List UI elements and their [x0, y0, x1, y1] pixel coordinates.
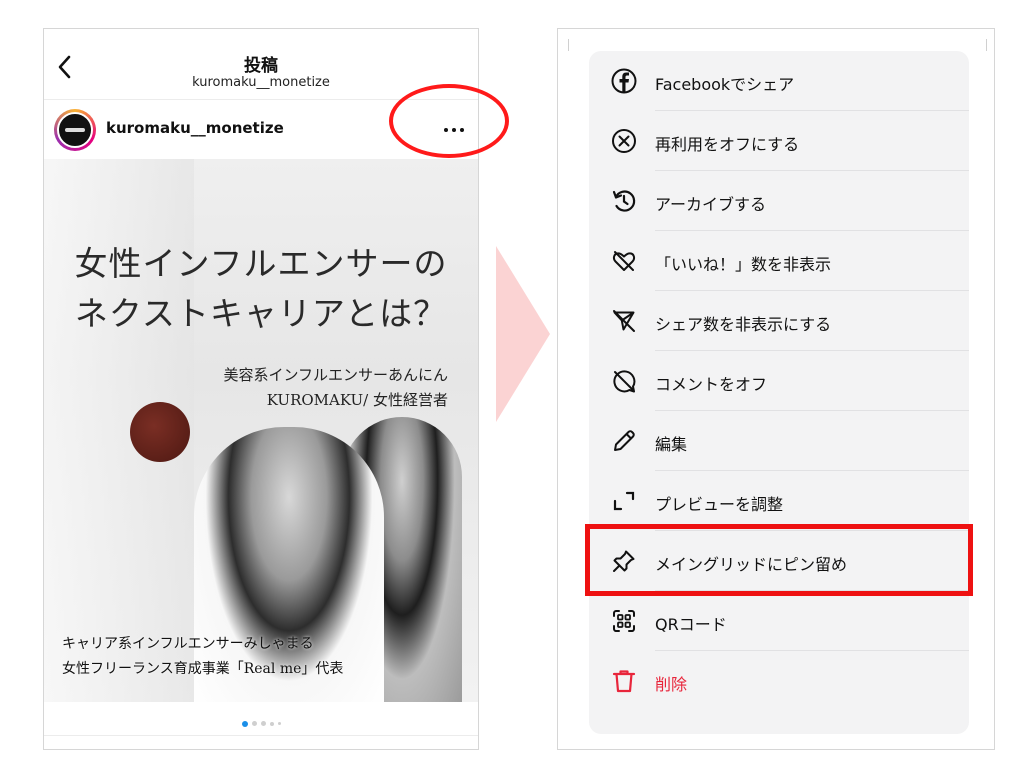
carousel-dot-active [241, 720, 248, 727]
menu-item-label: 再利用をオフにする [655, 135, 800, 154]
menu-item-adjust-preview[interactable]: プレビューを調整 [589, 471, 969, 531]
image-subtitle-line1: 美容系インフルエンサーあんにん [223, 366, 448, 384]
image-subtitle-line2: KUROMAKU/ 女性経営者 [266, 391, 448, 409]
menu-item-label: QRコード [655, 615, 727, 634]
menu-item-qr-code[interactable]: QRコード [589, 591, 969, 651]
menu-item-label: コメントをオフ [655, 375, 768, 394]
comment-off-icon [613, 370, 636, 393]
image-title-line2: ネクストキャリアとは？ [74, 294, 448, 333]
menu-item-label: アーカイブする [655, 195, 767, 214]
carousel-dot [269, 721, 274, 726]
menu-item-label: Facebookでシェア [655, 75, 795, 94]
menu-item-archive[interactable]: アーカイブする [589, 171, 969, 231]
highlight-box-annotation [585, 524, 973, 596]
qr-code-icon [613, 610, 635, 632]
carousel-indicator [44, 713, 478, 727]
menu-item-delete[interactable]: 削除 [589, 651, 969, 711]
arrow-right-icon [496, 246, 550, 422]
menu-item-label: 削除 [655, 675, 688, 694]
menu-item-hide-like-count[interactable]: 「いいね！」数を非表示 [589, 231, 969, 291]
facebook-icon [611, 68, 637, 94]
menu-item-turn-off-remix[interactable]: 再利用をオフにする [589, 111, 969, 171]
image-bottom-line1: キャリア系インフルエンサーみしゃまる [62, 636, 314, 652]
carousel-dot [260, 721, 266, 726]
wax-seal-logo [130, 402, 190, 462]
post-header: 投稿 kuromaku__monetize [44, 29, 478, 99]
crop-corners-icon [613, 491, 635, 511]
heart-off-icon [612, 251, 636, 271]
scroll-edge-marker [568, 39, 569, 51]
image-bottom-line2: 女性フリーランス育成事業「Real me」代表 [62, 661, 344, 677]
author-username[interactable]: kuromaku__monetize [106, 119, 284, 137]
circle-x-icon [612, 129, 636, 153]
page-subtitle-username: kuromaku__monetize [192, 75, 330, 90]
menu-item-label: 「いいね！」数を非表示 [655, 255, 832, 274]
menu-item-label: 編集 [655, 435, 688, 454]
avatar-image [57, 112, 93, 148]
archive-history-icon [612, 190, 636, 212]
page-title: 投稿 [244, 56, 278, 76]
menu-item-hide-share-count[interactable]: シェア数を非表示にする [589, 291, 969, 351]
menu-item-label: プレビューを調整 [655, 495, 784, 514]
send-off-icon [613, 310, 635, 332]
options-screen: Facebookでシェア 再利用をオフにする アーカイブする 「いいね！」数を非… [557, 28, 995, 750]
trash-icon [612, 670, 636, 693]
menu-item-edit[interactable]: 編集 [589, 411, 969, 471]
image-title-line1: 女性インフルエンサーの [74, 244, 448, 283]
pencil-icon [614, 430, 635, 451]
highlight-ellipse-annotation [389, 84, 509, 158]
divider [44, 735, 478, 736]
avatar[interactable] [54, 109, 96, 151]
menu-item-share-facebook[interactable]: Facebookでシェア [589, 51, 969, 111]
carousel-dot [277, 722, 281, 725]
post-image[interactable]: 女性インフルエンサーの ネクストキャリアとは？ 美容系インフルエンサーあんにん … [44, 159, 478, 702]
scroll-edge-marker [986, 39, 987, 51]
options-menu: Facebookでシェア 再利用をオフにする アーカイブする 「いいね！」数を非… [589, 51, 969, 734]
kuromaku-logo-icon [65, 128, 85, 132]
menu-item-label: シェア数を非表示にする [655, 315, 832, 334]
carousel-dot [251, 721, 257, 726]
menu-item-turn-off-comments[interactable]: コメントをオフ [589, 351, 969, 411]
